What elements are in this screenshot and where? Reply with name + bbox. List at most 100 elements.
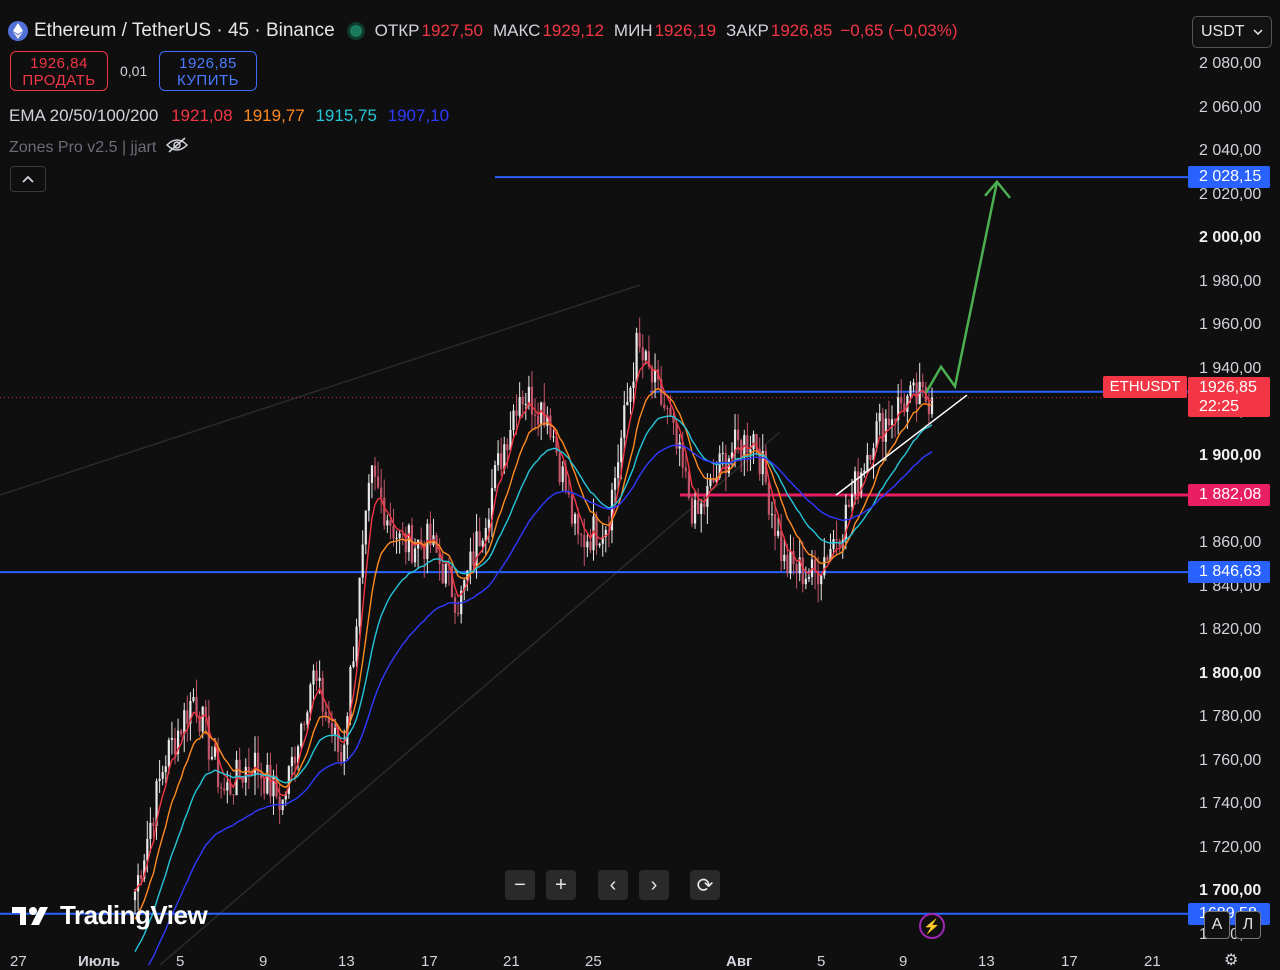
candle-body [617, 462, 620, 478]
candle-body [801, 557, 804, 585]
candle-body [583, 535, 586, 548]
candle-body [333, 727, 337, 735]
candle-body [887, 418, 891, 426]
candle-body [164, 766, 167, 773]
log-scale-label: Л [1242, 916, 1254, 933]
candle-body [395, 538, 398, 540]
collapse-legend-button[interactable] [10, 166, 46, 192]
candle-body [823, 557, 826, 576]
candle-body [497, 453, 500, 466]
plus-icon: + [555, 873, 567, 896]
ema-label: EMA 20/50/100/200 [9, 106, 159, 125]
candle-body [140, 875, 143, 879]
candle-body [850, 493, 854, 507]
candle-body [767, 482, 771, 515]
candle-body [201, 706, 204, 732]
ema-legend[interactable]: EMA 20/50/100/200 1921,08 1919,77 1915,7… [9, 106, 449, 126]
date-tick: 25 [585, 953, 602, 970]
candle-body [183, 710, 186, 735]
price-tick: 1 720,00 [1199, 838, 1262, 856]
candle-body [752, 434, 755, 450]
price-tick: 1 820,00 [1199, 621, 1262, 639]
price-chart[interactable] [0, 0, 1280, 965]
candle-body [703, 503, 706, 507]
reset-chart-button[interactable]: ⟳ [690, 870, 720, 900]
candle-body [620, 437, 623, 463]
close-value: 1926,85 [770, 21, 833, 40]
candle-body [263, 778, 266, 794]
candle-body [577, 514, 580, 535]
currency-select[interactable]: USDT [1192, 16, 1272, 48]
candle-body [413, 548, 417, 563]
price-tick: 2 060,00 [1199, 98, 1262, 116]
candle-body [530, 386, 534, 415]
zoom-out-button[interactable]: − [505, 870, 535, 900]
price-tick: 1 740,00 [1199, 795, 1262, 813]
log-scale-button[interactable]: Л [1235, 911, 1261, 939]
scroll-right-button[interactable]: › [639, 870, 669, 900]
candle-body [272, 775, 275, 797]
candle-body [487, 519, 490, 528]
candle-body [927, 401, 931, 415]
candle-body [857, 471, 860, 494]
candle-body [921, 381, 924, 387]
candle-body [537, 415, 540, 425]
ema-200-value: 1907,10 [387, 106, 450, 125]
candle-body [367, 482, 370, 511]
candle-body [457, 612, 460, 615]
candle-body [515, 410, 518, 416]
candle-body [364, 510, 367, 545]
candle-body [173, 738, 177, 754]
symbol-title[interactable]: Ethereum / TetherUS · 45 · Binance [34, 20, 335, 42]
candle-body [226, 782, 229, 791]
price-tick: 1 980,00 [1199, 272, 1262, 290]
candle-body [878, 413, 881, 422]
candle-body [795, 564, 798, 574]
sell-button[interactable]: 1926,84 ПРОДАТЬ [10, 51, 108, 91]
candle-body [343, 744, 346, 762]
auto-scale-label: A [1211, 916, 1223, 933]
eye-off-icon[interactable] [166, 137, 189, 158]
candle-body [835, 539, 838, 541]
channel-line [159, 431, 781, 965]
candle-body [598, 543, 601, 546]
price-tick: 2 040,00 [1199, 142, 1262, 160]
zoom-in-button[interactable]: + [546, 870, 576, 900]
candle-body [690, 497, 694, 524]
candle-body [309, 684, 312, 713]
gear-icon[interactable]: ⚙ [1224, 950, 1238, 970]
candle-body [613, 477, 617, 490]
chevron-left-icon: ‹ [609, 873, 617, 896]
zones-legend[interactable]: Zones Pro v2.5 | jjart [9, 137, 189, 158]
candle-body [804, 578, 807, 585]
tradingview-logo[interactable]: TradingView [12, 900, 208, 931]
minus-icon: − [514, 873, 526, 896]
candle-body [293, 756, 297, 764]
candle-body [223, 788, 226, 791]
price-tick: 1 940,00 [1199, 359, 1262, 377]
lightning-icon[interactable]: ⚡ [919, 913, 945, 939]
sell-label: ПРОДАТЬ [22, 72, 96, 89]
candle-body [352, 661, 355, 667]
candle-body [635, 332, 638, 382]
auto-scale-button[interactable]: A [1204, 911, 1230, 939]
candle-body [644, 351, 647, 361]
buy-button[interactable]: 1926,85 КУПИТЬ [159, 51, 257, 91]
candle-body [303, 723, 306, 725]
candle-body [884, 418, 887, 442]
candle-body [373, 465, 377, 477]
buy-label: КУПИТЬ [176, 72, 239, 89]
price-level-tag: 1 846,63 [1188, 561, 1270, 584]
candle-body [133, 891, 137, 901]
candle-body [721, 453, 724, 455]
candle-body [136, 875, 140, 892]
scroll-left-button[interactable]: ‹ [598, 870, 628, 900]
date-tick: 27 [10, 953, 27, 970]
ema-20-value: 1921,08 [171, 106, 233, 125]
change-value: −0,65 (−0,03%) [840, 21, 958, 40]
candle-body [561, 466, 564, 483]
candle-body [453, 597, 457, 613]
candle-body [500, 453, 503, 470]
high-value: 1929,12 [542, 21, 604, 40]
candle-body [253, 752, 257, 776]
